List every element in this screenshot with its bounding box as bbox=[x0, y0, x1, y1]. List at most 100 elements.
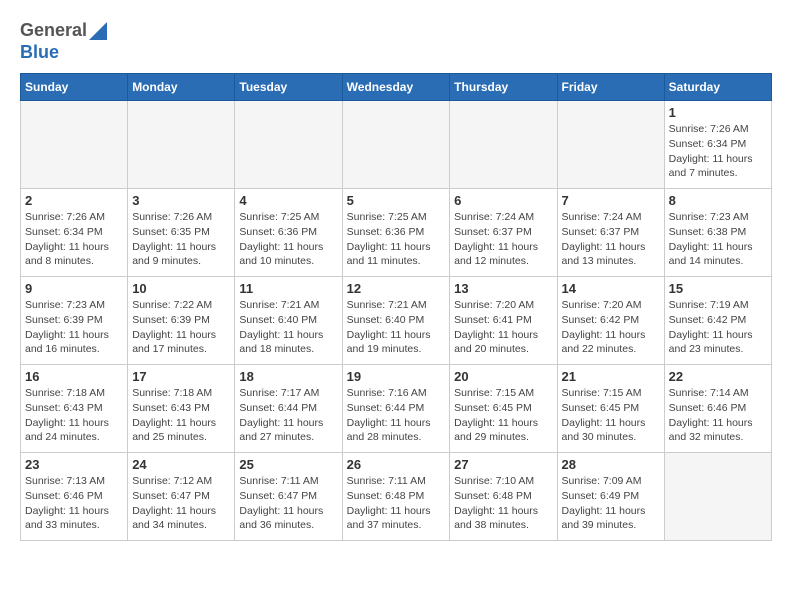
calendar-day-cell: 7 Sunrise: 7:24 AM Sunset: 6:37 PM Daylig… bbox=[557, 189, 664, 277]
day-info: Sunrise: 7:18 AM Sunset: 6:43 PM Dayligh… bbox=[25, 386, 123, 445]
calendar-day-cell: 5Sunrise: 7:25 AM Sunset: 6:36 PM Daylig… bbox=[342, 189, 450, 277]
day-number: 4 bbox=[239, 193, 337, 208]
day-info: Sunrise: 7:19 AM Sunset: 6:42 PM Dayligh… bbox=[669, 298, 767, 357]
day-of-week-header: Sunday bbox=[21, 74, 128, 101]
day-info: Sunrise: 7:21 AM Sunset: 6:40 PM Dayligh… bbox=[347, 298, 446, 357]
day-info: Sunrise: 7:11 AM Sunset: 6:47 PM Dayligh… bbox=[239, 474, 337, 533]
day-info: Sunrise: 7:11 AM Sunset: 6:48 PM Dayligh… bbox=[347, 474, 446, 533]
calendar-day-cell: 1 Sunrise: 7:26 AM Sunset: 6:34 PM Daylig… bbox=[664, 101, 771, 189]
day-of-week-header: Saturday bbox=[664, 74, 771, 101]
day-number: 19 bbox=[347, 369, 446, 384]
day-info: Sunrise: 7:20 AM Sunset: 6:42 PM Dayligh… bbox=[562, 298, 660, 357]
day-info: Sunrise: 7:22 AM Sunset: 6:39 PM Dayligh… bbox=[132, 298, 230, 357]
day-info: Sunrise: 7:17 AM Sunset: 6:44 PM Dayligh… bbox=[239, 386, 337, 445]
calendar-day-cell: 11 Sunrise: 7:21 AM Sunset: 6:40 PM Dayli… bbox=[235, 277, 342, 365]
calendar-week-row: 2 Sunrise: 7:26 AM Sunset: 6:34 PM Daylig… bbox=[21, 189, 772, 277]
calendar-day-cell bbox=[664, 453, 771, 541]
calendar-day-cell: 22Sunrise: 7:14 AM Sunset: 6:46 PM Dayli… bbox=[664, 365, 771, 453]
day-number: 13 bbox=[454, 281, 552, 296]
day-number: 18 bbox=[239, 369, 337, 384]
day-info: Sunrise: 7:21 AM Sunset: 6:40 PM Dayligh… bbox=[239, 298, 337, 357]
calendar-day-cell: 28 Sunrise: 7:09 AM Sunset: 6:49 PM Dayli… bbox=[557, 453, 664, 541]
day-info: Sunrise: 7:26 AM Sunset: 6:34 PM Dayligh… bbox=[25, 210, 123, 269]
day-info: Sunrise: 7:24 AM Sunset: 6:37 PM Dayligh… bbox=[454, 210, 552, 269]
calendar-day-cell: 12 Sunrise: 7:21 AM Sunset: 6:40 PM Dayli… bbox=[342, 277, 450, 365]
day-of-week-header: Monday bbox=[128, 74, 235, 101]
calendar-day-cell: 20 Sunrise: 7:15 AM Sunset: 6:45 PM Dayli… bbox=[450, 365, 557, 453]
day-number: 25 bbox=[239, 457, 337, 472]
calendar-week-row: 23 Sunrise: 7:13 AM Sunset: 6:46 PM Dayli… bbox=[21, 453, 772, 541]
calendar-week-row: 9 Sunrise: 7:23 AM Sunset: 6:39 PM Daylig… bbox=[21, 277, 772, 365]
day-info: Sunrise: 7:24 AM Sunset: 6:37 PM Dayligh… bbox=[562, 210, 660, 269]
day-info: Sunrise: 7:18 AM Sunset: 6:43 PM Dayligh… bbox=[132, 386, 230, 445]
day-number: 26 bbox=[347, 457, 446, 472]
day-number: 21 bbox=[562, 369, 660, 384]
day-number: 3 bbox=[132, 193, 230, 208]
calendar-table: SundayMondayTuesdayWednesdayThursdayFrid… bbox=[20, 73, 772, 541]
day-number: 9 bbox=[25, 281, 123, 296]
calendar-day-cell bbox=[557, 101, 664, 189]
logo-blue: Blue bbox=[20, 42, 107, 64]
day-number: 2 bbox=[25, 193, 123, 208]
day-number: 17 bbox=[132, 369, 230, 384]
calendar-day-cell bbox=[21, 101, 128, 189]
day-info: Sunrise: 7:12 AM Sunset: 6:47 PM Dayligh… bbox=[132, 474, 230, 533]
day-number: 15 bbox=[669, 281, 767, 296]
day-number: 16 bbox=[25, 369, 123, 384]
day-info: Sunrise: 7:13 AM Sunset: 6:46 PM Dayligh… bbox=[25, 474, 123, 533]
calendar-day-cell: 6Sunrise: 7:24 AM Sunset: 6:37 PM Daylig… bbox=[450, 189, 557, 277]
calendar-day-cell: 16 Sunrise: 7:18 AM Sunset: 6:43 PM Dayli… bbox=[21, 365, 128, 453]
calendar-day-cell: 25 Sunrise: 7:11 AM Sunset: 6:47 PM Dayli… bbox=[235, 453, 342, 541]
logo-general: General bbox=[20, 20, 87, 42]
calendar-day-cell bbox=[450, 101, 557, 189]
day-number: 14 bbox=[562, 281, 660, 296]
day-of-week-header: Wednesday bbox=[342, 74, 450, 101]
day-info: Sunrise: 7:23 AM Sunset: 6:39 PM Dayligh… bbox=[25, 298, 123, 357]
day-number: 23 bbox=[25, 457, 123, 472]
calendar-day-cell: 19Sunrise: 7:16 AM Sunset: 6:44 PM Dayli… bbox=[342, 365, 450, 453]
calendar-day-cell: 4 Sunrise: 7:25 AM Sunset: 6:36 PM Daylig… bbox=[235, 189, 342, 277]
calendar-day-cell: 8 Sunrise: 7:23 AM Sunset: 6:38 PM Daylig… bbox=[664, 189, 771, 277]
day-number: 20 bbox=[454, 369, 552, 384]
calendar-day-cell: 24 Sunrise: 7:12 AM Sunset: 6:47 PM Dayli… bbox=[128, 453, 235, 541]
day-info: Sunrise: 7:15 AM Sunset: 6:45 PM Dayligh… bbox=[562, 386, 660, 445]
day-number: 10 bbox=[132, 281, 230, 296]
day-number: 11 bbox=[239, 281, 337, 296]
calendar-day-cell bbox=[342, 101, 450, 189]
day-info: Sunrise: 7:15 AM Sunset: 6:45 PM Dayligh… bbox=[454, 386, 552, 445]
day-number: 1 bbox=[669, 105, 767, 120]
day-info: Sunrise: 7:14 AM Sunset: 6:46 PM Dayligh… bbox=[669, 386, 767, 445]
day-of-week-header: Tuesday bbox=[235, 74, 342, 101]
day-number: 8 bbox=[669, 193, 767, 208]
day-info: Sunrise: 7:09 AM Sunset: 6:49 PM Dayligh… bbox=[562, 474, 660, 533]
calendar-day-cell: 3Sunrise: 7:26 AM Sunset: 6:35 PM Daylig… bbox=[128, 189, 235, 277]
calendar-day-cell: 21 Sunrise: 7:15 AM Sunset: 6:45 PM Dayli… bbox=[557, 365, 664, 453]
calendar-day-cell: 14 Sunrise: 7:20 AM Sunset: 6:42 PM Dayli… bbox=[557, 277, 664, 365]
calendar-day-cell: 10 Sunrise: 7:22 AM Sunset: 6:39 PM Dayli… bbox=[128, 277, 235, 365]
day-number: 7 bbox=[562, 193, 660, 208]
calendar-day-cell: 13 Sunrise: 7:20 AM Sunset: 6:41 PM Dayli… bbox=[450, 277, 557, 365]
day-number: 5 bbox=[347, 193, 446, 208]
calendar-day-cell: 17 Sunrise: 7:18 AM Sunset: 6:43 PM Dayli… bbox=[128, 365, 235, 453]
day-info: Sunrise: 7:25 AM Sunset: 6:36 PM Dayligh… bbox=[239, 210, 337, 269]
day-of-week-header: Friday bbox=[557, 74, 664, 101]
day-number: 28 bbox=[562, 457, 660, 472]
page-header: General Blue bbox=[20, 20, 772, 63]
logo: General Blue bbox=[20, 20, 107, 63]
calendar-day-cell: 27Sunrise: 7:10 AM Sunset: 6:48 PM Dayli… bbox=[450, 453, 557, 541]
calendar-week-row: 1 Sunrise: 7:26 AM Sunset: 6:34 PM Daylig… bbox=[21, 101, 772, 189]
day-number: 12 bbox=[347, 281, 446, 296]
calendar-day-cell: 23 Sunrise: 7:13 AM Sunset: 6:46 PM Dayli… bbox=[21, 453, 128, 541]
day-info: Sunrise: 7:26 AM Sunset: 6:34 PM Dayligh… bbox=[669, 122, 767, 181]
calendar-day-cell: 9 Sunrise: 7:23 AM Sunset: 6:39 PM Daylig… bbox=[21, 277, 128, 365]
calendar-day-cell bbox=[235, 101, 342, 189]
day-number: 24 bbox=[132, 457, 230, 472]
day-number: 27 bbox=[454, 457, 552, 472]
calendar-day-cell: 15 Sunrise: 7:19 AM Sunset: 6:42 PM Dayli… bbox=[664, 277, 771, 365]
calendar-day-cell: 18 Sunrise: 7:17 AM Sunset: 6:44 PM Dayli… bbox=[235, 365, 342, 453]
day-info: Sunrise: 7:23 AM Sunset: 6:38 PM Dayligh… bbox=[669, 210, 767, 269]
day-info: Sunrise: 7:20 AM Sunset: 6:41 PM Dayligh… bbox=[454, 298, 552, 357]
calendar-day-cell: 26 Sunrise: 7:11 AM Sunset: 6:48 PM Dayli… bbox=[342, 453, 450, 541]
day-of-week-header: Thursday bbox=[450, 74, 557, 101]
logo-triangle-icon bbox=[89, 22, 107, 40]
